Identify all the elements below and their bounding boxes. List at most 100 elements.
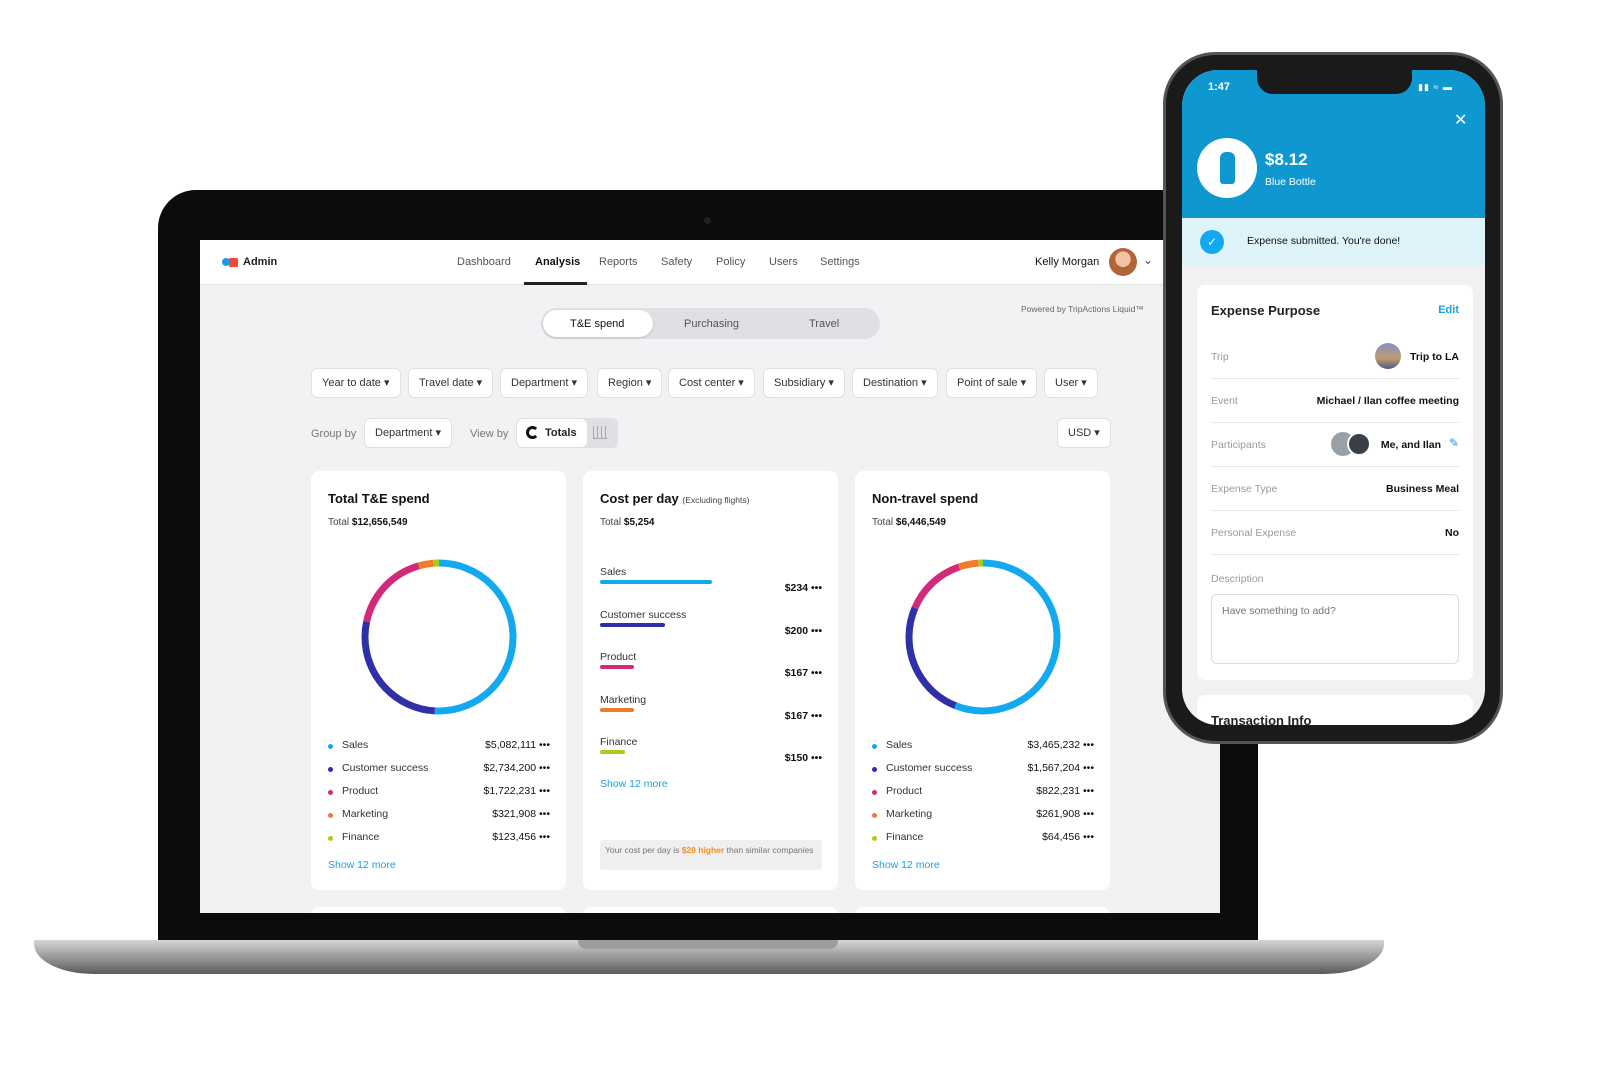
group-by-label: Group by [311,428,357,440]
legend-value: $3,465,232 ••• [1027,739,1094,751]
legend-label: Finance [342,831,380,843]
chevron-down-icon[interactable]: ⌄ [1143,253,1153,267]
nav-safety[interactable]: Safety [661,256,692,268]
row-event[interactable]: Event Michael / Ilan coffee meeting [1211,379,1459,423]
legend-value: $123,456 ••• [492,831,550,843]
logo-label: Admin [243,256,278,268]
show-more-link[interactable]: Show 12 more [600,778,668,790]
phone-notch [1257,70,1412,94]
description-input[interactable] [1211,594,1459,664]
legend-dot [328,744,333,749]
more-options-icon[interactable]: ••• [811,625,822,637]
filter-destination[interactable]: Destination ▾ [852,368,938,398]
card-placeholder [311,907,566,913]
filter-user[interactable]: User ▾ [1044,368,1098,398]
legend-dot [872,813,877,818]
laptop-camera [704,217,711,224]
legend-item: Sales $5,082,111 ••• [328,739,550,755]
legend-item: Product $1,722,231 ••• [328,785,550,801]
bar-label: Finance [600,736,638,748]
bar[interactable] [600,750,625,754]
nav-analysis[interactable]: Analysis [535,256,580,268]
filter-region[interactable]: Region ▾ [597,368,663,398]
more-options-icon[interactable]: ••• [1083,831,1094,843]
legend-item: Marketing $261,908 ••• [872,808,1094,824]
legend-item: Customer success $2,734,200 ••• [328,762,550,778]
more-options-icon[interactable]: ••• [1083,808,1094,820]
close-icon[interactable]: ✕ [1454,110,1467,130]
card-total: Total $6,446,549 [872,517,946,528]
legend-dot [872,790,877,795]
filter-cost-center[interactable]: Cost center ▾ [668,368,755,398]
more-options-icon[interactable]: ••• [1083,739,1094,751]
bar-value: $167 ••• [784,709,822,722]
donut-icon [526,426,539,439]
section-title: Transaction Info [1211,713,1312,725]
tab-te-spend[interactable]: T&E spend [570,318,624,330]
pencil-icon[interactable]: ✎ [1449,436,1459,450]
card-title: Non-travel spend [872,491,979,506]
laptop-screen: Admin Dashboard Analysis Reports Safety … [200,240,1220,913]
legend-dot [328,813,333,818]
more-options-icon[interactable]: ••• [1083,762,1094,774]
card-total-te-spend: Total T&E spend Total $12,656,549 Show 1… [311,471,566,890]
row-personal-expense[interactable]: Personal Expense No [1211,511,1459,555]
group-by-select[interactable]: Department ▾ [364,418,453,448]
more-options-icon[interactable]: ••• [1083,785,1094,797]
bar[interactable] [600,622,665,627]
filter-year-to-date[interactable]: Year to date ▾ [311,368,401,398]
user-avatar[interactable] [1109,248,1137,276]
status-time: 1:47 [1208,81,1231,93]
more-options-icon[interactable]: ••• [811,582,822,594]
show-more-link[interactable]: Show 12 more [872,859,940,871]
trip-thumbnail [1375,343,1401,369]
more-options-icon[interactable]: ••• [539,785,550,797]
bar-row: Product $167 ••• [600,651,822,691]
more-options-icon[interactable]: ••• [811,667,822,679]
more-options-icon[interactable]: ••• [539,808,550,820]
row-expense-type[interactable]: Expense Type Business Meal [1211,467,1459,511]
card-non-travel-spend: Non-travel spend Total $6,446,549 Show 1… [855,471,1110,890]
nav-users[interactable]: Users [769,256,798,268]
bar[interactable] [600,580,712,584]
legend-value: $1,567,204 ••• [1027,762,1094,774]
row-trip[interactable]: Trip Trip to LA [1211,335,1459,379]
edit-link[interactable]: Edit [1438,304,1459,316]
legend-value: $5,082,111 ••• [485,739,550,751]
legend-dot [328,790,333,795]
filter-subsidiary[interactable]: Subsidiary ▾ [763,368,845,398]
currency-select[interactable]: USD ▾ [1057,418,1111,448]
nav-dashboard[interactable]: Dashboard [457,256,511,268]
user-name[interactable]: Kelly Morgan [1035,256,1099,268]
nav-policy[interactable]: Policy [716,256,745,268]
row-participants[interactable]: Participants Me, and Ilan ✎ [1211,423,1459,467]
bar[interactable] [600,707,635,712]
bar-chart-icon[interactable] [593,426,607,439]
view-totals-label: Totals [545,427,577,439]
more-options-icon[interactable]: ••• [811,752,822,764]
merchant-name: Blue Bottle [1265,176,1316,188]
tab-travel[interactable]: Travel [809,318,839,330]
tab-purchasing[interactable]: Purchasing [684,318,739,330]
legend-item: Product $822,231 ••• [872,785,1094,801]
filter-travel-date[interactable]: Travel date ▾ [408,368,494,398]
nav-reports[interactable]: Reports [599,256,638,268]
filter-point-of-sale[interactable]: Point of sale ▾ [946,368,1038,398]
more-options-icon[interactable]: ••• [811,710,822,722]
legend-value: $261,908 ••• [1036,808,1094,820]
legend-label: Customer success [342,762,429,774]
legend-dot [328,767,333,772]
legend-value: $321,908 ••• [492,808,550,820]
logo-icon-square [229,258,238,267]
more-options-icon[interactable]: ••• [539,762,550,774]
bar[interactable] [600,665,635,669]
card-total: Total $12,656,549 [328,517,408,528]
more-options-icon[interactable]: ••• [539,831,550,843]
filter-department[interactable]: Department ▾ [500,368,589,398]
show-more-link[interactable]: Show 12 more [328,859,396,871]
legend-value: $822,231 ••• [1036,785,1094,797]
bar-value: $234 ••• [784,582,822,594]
view-totals-button[interactable]: Totals [517,419,587,447]
nav-settings[interactable]: Settings [820,256,860,268]
more-options-icon[interactable]: ••• [539,739,550,751]
